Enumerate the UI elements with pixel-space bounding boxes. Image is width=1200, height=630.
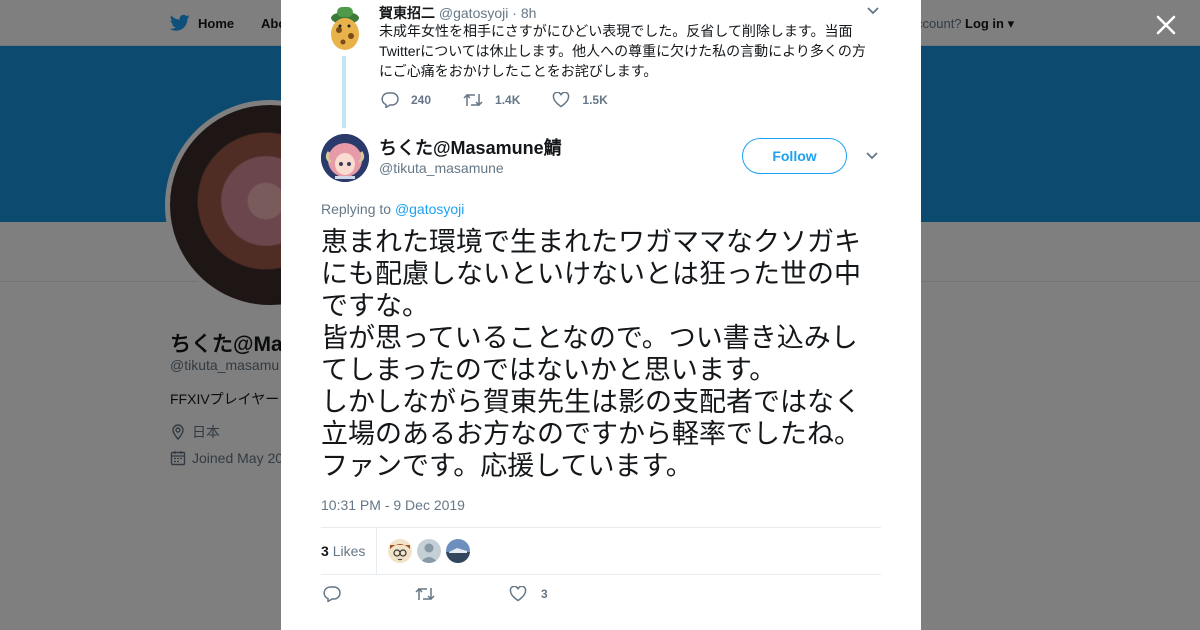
heart-icon xyxy=(553,92,570,108)
author-name[interactable]: ちくた@Masamune鯖 xyxy=(379,134,562,160)
replying-to-prefix: Replying to xyxy=(321,201,392,217)
thread-connector-line xyxy=(342,56,346,128)
tweet-timestamp[interactable]: 10:31 PM - 9 Dec 2019 xyxy=(321,497,465,513)
liker-avatar[interactable] xyxy=(388,539,412,563)
replying-to-handle-link[interactable]: @gatosyoji xyxy=(395,201,464,217)
tweet-text: 恵まれた環境で生まれたワガママなクソガキにも配慮しないといけないとは狂った世の中… xyxy=(321,227,861,482)
tweet-actions: 3 xyxy=(323,586,608,602)
parent-retweet-count: 1.4K xyxy=(495,93,521,107)
parent-reply-count: 240 xyxy=(411,93,432,107)
likes-stat-link[interactable]: 3 Likes xyxy=(321,543,365,559)
stats-divider xyxy=(376,528,377,574)
reply-button[interactable] xyxy=(323,586,355,602)
heart-icon xyxy=(509,586,527,602)
parent-tweet-actions: 240 1.4K 1.5K xyxy=(381,92,640,108)
like-button[interactable]: 3 xyxy=(509,586,548,602)
parent-tweet-text: 未成年女性を相手にさすがにひどい表現でした。反省して削除します。当面Twitte… xyxy=(379,23,866,79)
chevron-down-icon[interactable] xyxy=(866,6,880,16)
parent-like-count: 1.5K xyxy=(582,93,608,107)
parent-tweet-header: 賀東招二 @gatosyoji · 8h xyxy=(379,3,536,23)
parent-author-handle[interactable]: @gatosyoji xyxy=(439,5,508,21)
tweet-modal: 賀東招二 @gatosyoji · 8h 未成年女性を相手にさすがにひどい表現で… xyxy=(281,0,921,630)
separator-dot: · xyxy=(512,5,517,21)
reply-icon xyxy=(381,92,399,108)
chevron-down-icon[interactable] xyxy=(865,151,879,161)
retweet-icon xyxy=(463,93,483,107)
parent-author-avatar[interactable] xyxy=(327,4,363,52)
parent-reply-button[interactable]: 240 xyxy=(381,92,431,108)
parent-like-button[interactable]: 1.5K xyxy=(552,92,608,108)
author-handle[interactable]: @tikuta_masamune xyxy=(379,160,504,176)
author-avatar[interactable] xyxy=(321,134,369,182)
follow-button[interactable]: Follow xyxy=(742,138,847,174)
reply-icon xyxy=(323,586,341,602)
retweet-icon xyxy=(415,587,435,601)
liker-avatars xyxy=(388,539,475,563)
likes-label: Likes xyxy=(332,543,366,559)
tweet-stats: 3 Likes xyxy=(321,527,881,575)
retweet-button[interactable] xyxy=(415,586,449,602)
replying-to-line: Replying to @gatosyoji xyxy=(321,201,464,217)
parent-tweet-time[interactable]: 8h xyxy=(521,5,537,21)
likes-count: 3 xyxy=(321,543,329,559)
liker-avatar[interactable] xyxy=(417,539,441,563)
parent-retweet-button[interactable]: 1.4K xyxy=(463,92,520,108)
parent-author-name[interactable]: 賀東招二 xyxy=(379,5,435,21)
liker-avatar[interactable] xyxy=(446,539,470,563)
close-icon[interactable] xyxy=(1153,12,1179,38)
like-count: 3 xyxy=(541,587,548,601)
